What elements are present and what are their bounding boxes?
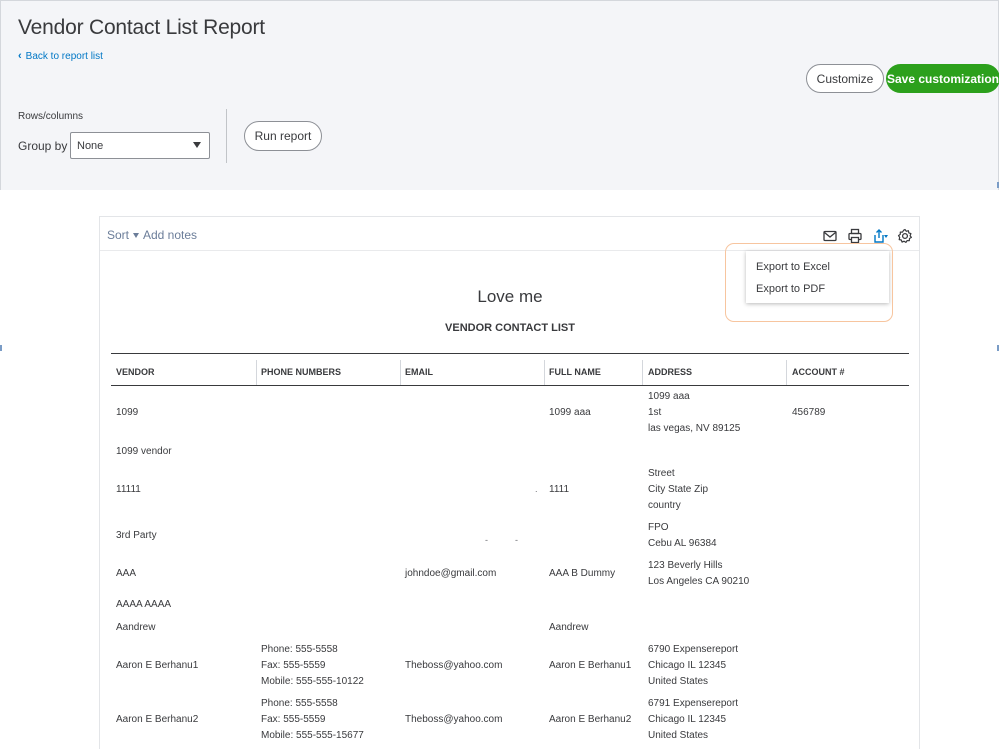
- resize-handle[interactable]: [0, 345, 2, 351]
- stray-mark: -: [515, 535, 518, 545]
- cell-address: FPO Cebu AL 96384: [648, 522, 717, 549]
- cell-account: 456789: [792, 407, 826, 418]
- column-divider[interactable]: [256, 360, 257, 385]
- cell-vendor[interactable]: AAA: [116, 566, 136, 582]
- settings-icon[interactable]: [896, 227, 914, 245]
- cell-email: johndoe@gmail.com: [405, 568, 497, 579]
- rows-columns-label: Rows/columns: [18, 111, 84, 122]
- cell-full-name: Aandrew: [549, 622, 589, 633]
- group-by-select[interactable]: None: [70, 132, 210, 159]
- column-header-email[interactable]: EMAIL: [405, 367, 433, 377]
- column-header-address[interactable]: ADDRESS: [648, 367, 692, 377]
- cell-vendor[interactable]: 11111: [116, 482, 141, 498]
- cell-vendor[interactable]: Aandrew: [116, 620, 155, 636]
- cell-full-name: AAA B Dummy: [549, 568, 616, 579]
- cell-full-name: Aaron E Berhanu2: [549, 714, 632, 725]
- print-icon[interactable]: [846, 227, 864, 245]
- cell-full-name: 1099 aaa: [549, 407, 591, 418]
- add-notes-link[interactable]: Add notes: [143, 228, 197, 242]
- sort-label: Sort: [107, 228, 130, 242]
- group-by-value: None: [77, 139, 104, 152]
- report-title: VENDOR CONTACT LIST: [445, 322, 575, 334]
- cell-email: Theboss@yahoo.com: [405, 714, 503, 725]
- column-divider[interactable]: [786, 360, 787, 385]
- cell-address: 1099 aaa 1st las vegas, NV 89125: [648, 391, 741, 434]
- export-menu: Export to Excel Export to PDF: [746, 251, 889, 303]
- cell-vendor[interactable]: Aaron E Berhanu2: [116, 712, 198, 728]
- table-top-rule: [111, 353, 909, 354]
- export-icon[interactable]: [871, 227, 889, 245]
- customize-button[interactable]: Customize: [806, 64, 884, 93]
- cell-vendor[interactable]: AAAA AAAA: [116, 597, 171, 613]
- dropdown-caret-icon: [193, 142, 201, 148]
- stray-mark: .: [535, 484, 538, 494]
- email-icon[interactable]: [821, 227, 839, 245]
- cell-address: Street City State Zip country: [648, 468, 709, 511]
- back-link-label: Back to report list: [25, 50, 103, 62]
- cell-vendor[interactable]: 1099 vendor: [116, 444, 172, 460]
- report-control-panel: Vendor Contact List Report ‹ Back to rep…: [0, 0, 999, 190]
- report-toolbar: Sort Add notes: [100, 217, 919, 251]
- cell-full-name: Aaron E Berhanu1: [549, 660, 632, 671]
- table-header-row: VENDOR PHONE NUMBERS EMAIL FULL NAME ADD…: [111, 360, 909, 386]
- divider: [226, 109, 227, 163]
- cell-phone-numbers: Phone: 555-5558 Fax: 555-5559 Mobile: 55…: [261, 644, 364, 687]
- cell-address: 6790 Expensereport Chicago IL 12345 Unit…: [648, 644, 739, 687]
- cell-email: Theboss@yahoo.com: [405, 660, 503, 671]
- column-header-account[interactable]: ACCOUNT #: [792, 367, 845, 377]
- column-divider[interactable]: [400, 360, 401, 385]
- cell-vendor[interactable]: Aaron E Berhanu1: [116, 658, 198, 674]
- export-to-pdf-option[interactable]: Export to PDF: [756, 283, 825, 295]
- page-title: Vendor Contact List Report: [18, 16, 265, 39]
- cell-full-name: 1111: [549, 484, 570, 495]
- column-header-phone-numbers[interactable]: PHONE NUMBERS: [261, 367, 341, 377]
- group-by-label: Group by: [18, 139, 68, 153]
- column-divider[interactable]: [544, 360, 545, 385]
- export-to-excel-option[interactable]: Export to Excel: [756, 261, 830, 273]
- column-header-vendor[interactable]: VENDOR: [116, 367, 155, 377]
- save-customization-button[interactable]: Save customization: [886, 64, 999, 93]
- run-report-button[interactable]: Run report: [244, 121, 322, 151]
- back-to-report-list-link[interactable]: ‹ Back to report list: [18, 50, 103, 62]
- cell-phone-numbers: Phone: 555-5558 Fax: 555-5559 Mobile: 55…: [261, 698, 364, 741]
- chevron-left-icon: ‹: [18, 50, 22, 62]
- cell-vendor[interactable]: 3rd Party: [116, 528, 157, 544]
- column-divider[interactable]: [642, 360, 643, 385]
- sort-dropdown[interactable]: Sort: [107, 228, 140, 242]
- column-header-full-name[interactable]: FULL NAME: [549, 367, 601, 377]
- cell-vendor[interactable]: 1099: [116, 405, 138, 421]
- cell-address: 6791 Expensereport Chicago IL 12345 Unit…: [648, 698, 739, 741]
- sort-caret-icon: [133, 232, 140, 238]
- cell-address: 123 Beverly Hills Los Angeles CA 90210: [648, 560, 750, 587]
- stray-mark: -: [485, 535, 488, 545]
